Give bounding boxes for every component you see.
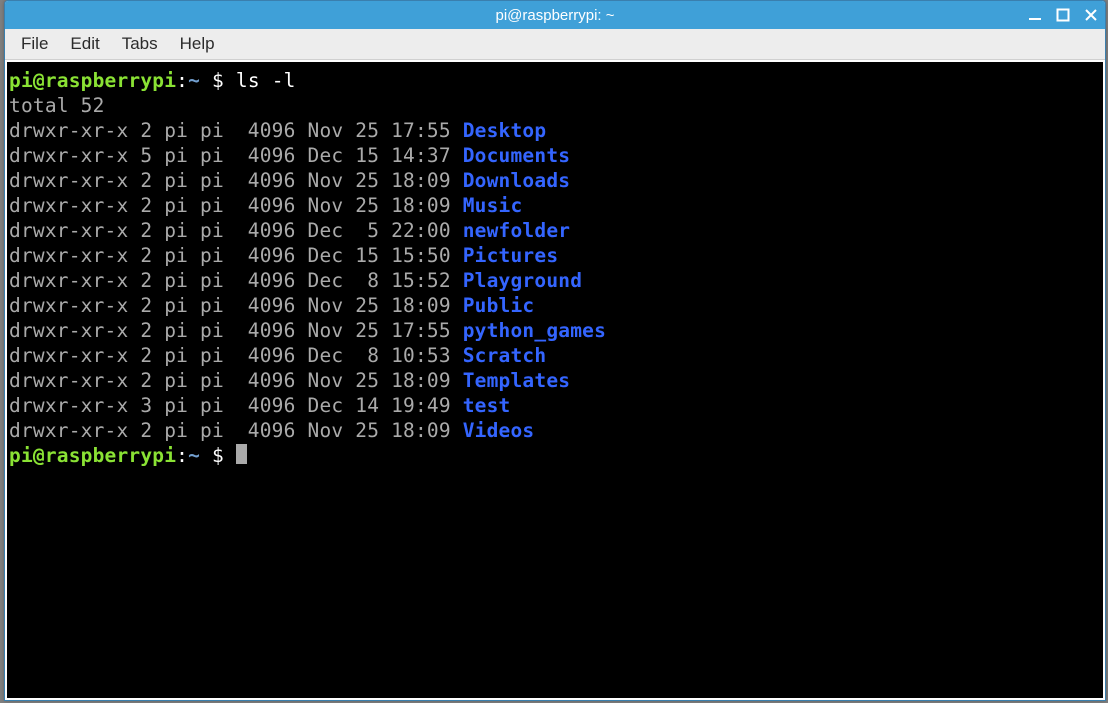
directory-name: Scratch [463,344,547,367]
directory-name: Pictures [463,244,559,267]
directory-name: Playground [463,269,582,292]
directory-name: python_games [463,319,606,342]
listing-row: drwxr-xr-x 3 pi pi 4096 Dec 14 19:49 tes… [9,393,1101,418]
minimize-icon [1028,8,1042,22]
listing-row: drwxr-xr-x 2 pi pi 4096 Dec 5 22:00 newf… [9,218,1101,243]
listing-row: drwxr-xr-x 2 pi pi 4096 Nov 25 18:09 Mus… [9,193,1101,218]
menu-edit[interactable]: Edit [60,31,109,57]
directory-name: Downloads [463,169,570,192]
listing-row: drwxr-xr-x 2 pi pi 4096 Nov 25 17:55 Des… [9,118,1101,143]
directory-name: test [463,394,511,417]
menu-tabs[interactable]: Tabs [112,31,168,57]
prompt-user-host: pi@raspberrypi [9,444,176,467]
titlebar[interactable]: pi@raspberrypi: ~ [5,1,1105,29]
prompt-symbol: $ [200,444,236,467]
cursor-block [236,444,247,464]
listing-row: drwxr-xr-x 2 pi pi 4096 Nov 25 18:09 Pub… [9,293,1101,318]
close-button[interactable] [1081,5,1101,25]
directory-name: Videos [463,419,535,442]
listing-row: drwxr-xr-x 2 pi pi 4096 Nov 25 18:09 Tem… [9,368,1101,393]
window-controls [1025,1,1101,29]
directory-name: Documents [463,144,570,167]
terminal[interactable]: pi@raspberrypi:~ $ ls -ltotal 52drwxr-xr… [7,62,1103,698]
maximize-button[interactable] [1053,5,1073,25]
prompt-colon: : [176,69,188,92]
menu-file[interactable]: File [11,31,58,57]
listing-row: drwxr-xr-x 2 pi pi 4096 Nov 25 17:55 pyt… [9,318,1101,343]
prompt-path: ~ [188,444,200,467]
directory-name: Templates [463,369,570,392]
prompt-colon: : [176,444,188,467]
minimize-button[interactable] [1025,5,1045,25]
terminal-container: pi@raspberrypi:~ $ ls -ltotal 52drwxr-xr… [5,60,1105,700]
directory-name: Desktop [463,119,547,142]
directory-name: newfolder [463,219,570,242]
menubar: File Edit Tabs Help [5,29,1105,60]
close-icon [1084,8,1098,22]
listing-row: drwxr-xr-x 2 pi pi 4096 Nov 25 18:09 Vid… [9,418,1101,443]
prompt-line-empty: pi@raspberrypi:~ $ [9,443,1101,468]
prompt-path: ~ [188,69,200,92]
listing-row: drwxr-xr-x 2 pi pi 4096 Dec 8 15:52 Play… [9,268,1101,293]
listing-row: drwxr-xr-x 2 pi pi 4096 Dec 8 10:53 Scra… [9,343,1101,368]
prompt-user-host: pi@raspberrypi [9,69,176,92]
listing-row: drwxr-xr-x 2 pi pi 4096 Dec 15 15:50 Pic… [9,243,1101,268]
menu-help[interactable]: Help [170,31,225,57]
total-line: total 52 [9,93,1101,118]
terminal-window: pi@raspberrypi: ~ File Edit Tabs Help pi… [4,0,1106,701]
listing-row: drwxr-xr-x 2 pi pi 4096 Nov 25 18:09 Dow… [9,168,1101,193]
maximize-icon [1056,8,1070,22]
command-text: ls -l [236,69,296,92]
listing-row: drwxr-xr-x 5 pi pi 4096 Dec 15 14:37 Doc… [9,143,1101,168]
window-title: pi@raspberrypi: ~ [495,7,614,24]
prompt-line: pi@raspberrypi:~ $ ls -l [9,68,1101,93]
prompt-symbol: $ [200,69,236,92]
directory-name: Music [463,194,523,217]
directory-name: Public [463,294,535,317]
